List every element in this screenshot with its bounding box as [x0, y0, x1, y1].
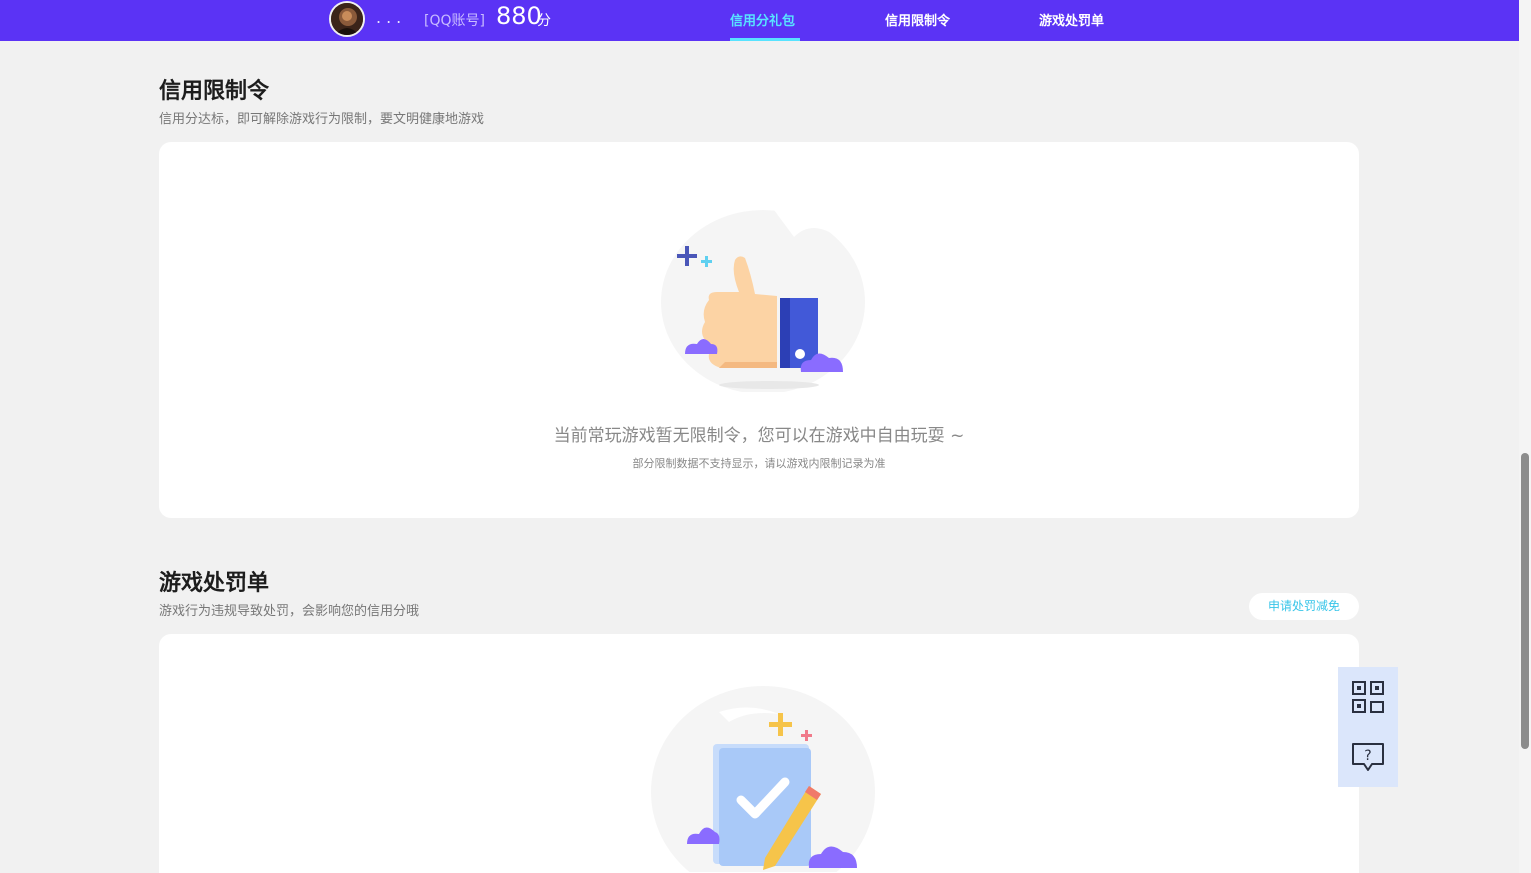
tab-credit-restriction[interactable]: 信用限制令 [885, 10, 950, 29]
credit-score: 880 [496, 2, 542, 30]
qr-code-button[interactable] [1338, 667, 1398, 727]
help-feedback-button[interactable]: ? [1338, 727, 1398, 787]
avatar[interactable] [329, 1, 365, 37]
credit-score-unit: 分 [537, 13, 551, 29]
tab-credit-gift[interactable]: 信用分礼包 [730, 10, 795, 29]
restriction-card: 当前常玩游戏暂无限制令，您可以在游戏中自由玩耍 ~ 部分限制数据不支持显示，请以… [159, 142, 1359, 518]
page-scrollbar-thumb[interactable] [1521, 453, 1529, 749]
penalty-section-title: 游戏处罚单 [159, 571, 270, 596]
apply-penalty-reduction-button[interactable]: 申请处罚减免 [1249, 593, 1359, 620]
restriction-empty-note: 部分限制数据不支持显示，请以游戏内限制记录为准 [632, 457, 886, 470]
restriction-section-subtitle: 信用分达标，即可解除游戏行为限制，要文明健康地游戏 [159, 112, 485, 127]
svg-text:?: ? [1364, 748, 1371, 764]
thumbs-up-illustration-icon [661, 208, 865, 392]
username: ... [376, 8, 407, 27]
help-chat-icon: ? [1352, 743, 1384, 771]
top-bar: ... [QQ账号] 880 分 信用分礼包 信用限制令 游戏处罚单 [0, 0, 1519, 41]
checklist-illustration-icon [651, 686, 875, 872]
restriction-empty-message: 当前常玩游戏暂无限制令，您可以在游戏中自由玩耍 ~ [553, 426, 965, 446]
restriction-section-title: 信用限制令 [159, 79, 270, 104]
penalty-section-subtitle: 游戏行为违规导致处罚，会影响您的信用分哦 [159, 604, 420, 619]
account-type-label: [QQ账号] [424, 13, 485, 29]
tab-game-penalty[interactable]: 游戏处罚单 [1039, 10, 1104, 29]
penalty-card [159, 634, 1359, 873]
qr-code-icon [1352, 681, 1384, 713]
active-tab-indicator [730, 38, 800, 41]
